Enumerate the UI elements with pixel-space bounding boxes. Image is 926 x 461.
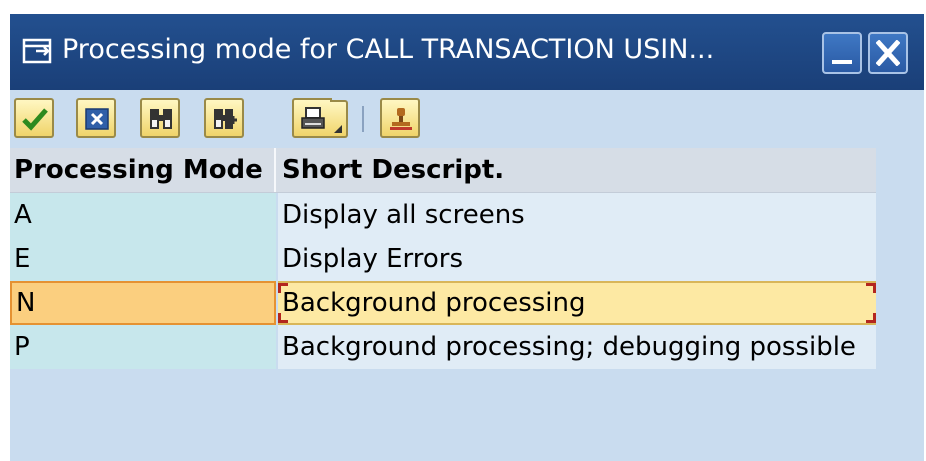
value-table: Processing Mode Short Descript. A Displa… xyxy=(10,148,876,369)
window-menu-icon[interactable] xyxy=(22,37,54,67)
toolbar-separator xyxy=(362,106,364,132)
find-button[interactable] xyxy=(140,98,180,138)
checkmark-icon xyxy=(22,108,48,131)
focus-corner xyxy=(278,313,288,323)
minimize-icon xyxy=(832,60,852,64)
find-icon xyxy=(150,109,172,129)
mode-cell[interactable]: P xyxy=(10,325,276,369)
description-cell[interactable]: Display all screens xyxy=(278,193,876,237)
description-cell-focused[interactable]: Background processing xyxy=(278,281,876,325)
cancel-icon xyxy=(85,108,109,130)
continue-button[interactable] xyxy=(14,98,54,138)
print-button[interactable] xyxy=(292,98,332,138)
title-bar: Processing mode for CALL TRANSACTION USI… xyxy=(10,14,924,90)
description-cell[interactable]: Background processing; debugging possibl… xyxy=(278,325,876,369)
description-text: Background processing xyxy=(282,288,586,318)
column-header-short-description[interactable]: Short Descript. xyxy=(278,148,876,192)
toolbar xyxy=(10,90,924,148)
table-row-selected[interactable]: N Background processing xyxy=(10,281,876,325)
print-icon xyxy=(301,107,325,129)
print-dropdown-button[interactable] xyxy=(330,100,348,138)
find-next-button[interactable] xyxy=(204,98,244,138)
mode-cell[interactable]: A xyxy=(10,193,276,237)
table-header: Processing Mode Short Descript. xyxy=(10,148,876,193)
table-row[interactable]: E Display Errors xyxy=(10,237,876,281)
minimize-button[interactable] xyxy=(822,32,862,74)
find-next-icon xyxy=(214,109,237,129)
table-row[interactable]: P Background processing; debugging possi… xyxy=(10,325,876,369)
close-button[interactable] xyxy=(868,32,908,74)
stamp-button[interactable] xyxy=(380,98,420,138)
table-row[interactable]: A Display all screens xyxy=(10,193,876,237)
chevron-down-icon xyxy=(334,125,342,133)
focus-corner xyxy=(866,283,876,293)
window-title: Processing mode for CALL TRANSACTION USI… xyxy=(62,34,715,65)
cancel-button[interactable] xyxy=(76,98,116,138)
column-header-processing-mode[interactable]: Processing Mode xyxy=(10,148,276,192)
description-cell[interactable]: Display Errors xyxy=(278,237,876,281)
mode-cell[interactable]: N xyxy=(10,281,276,325)
close-icon xyxy=(876,40,900,66)
mode-cell[interactable]: E xyxy=(10,237,276,281)
stamp-icon xyxy=(390,108,412,130)
focus-corner xyxy=(278,283,288,293)
dialog-window: Processing mode for CALL TRANSACTION USI… xyxy=(10,14,924,461)
focus-corner xyxy=(866,313,876,323)
